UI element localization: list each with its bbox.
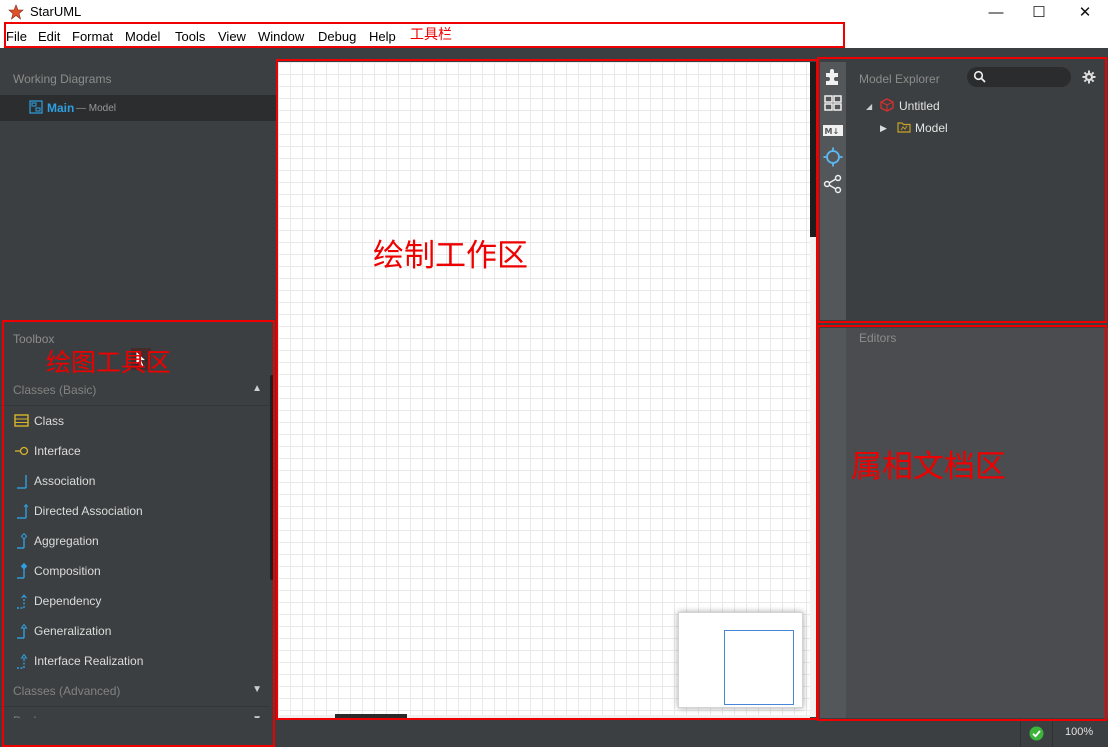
- staruml-logo-icon: [8, 4, 24, 20]
- annotation-properties-label: 属相文档区: [851, 449, 1006, 485]
- close-button[interactable]: ✕: [1062, 0, 1108, 24]
- annotation-canvas-label: 绘制工作区: [373, 238, 528, 274]
- zoom-level: 100%: [1065, 726, 1094, 738]
- annotation-toolbox-label: 绘图工具区: [46, 348, 172, 377]
- title-bar: StarUML — ☐ ✕: [0, 0, 1108, 24]
- working-diagrams-heading: Working Diagrams: [13, 72, 112, 86]
- diagram-name: Main: [47, 101, 75, 115]
- minimize-button[interactable]: —: [973, 0, 1019, 24]
- status-zoom[interactable]: 100%: [1052, 718, 1108, 747]
- annotation-properties-box: [817, 325, 1107, 721]
- window-title: StarUML: [30, 4, 82, 19]
- annotation-toolbar-label: 工具栏: [410, 27, 452, 43]
- class-diagram-icon: [29, 100, 43, 114]
- annotation-toolbox-box: [2, 320, 275, 747]
- maximize-button[interactable]: ☐: [1016, 0, 1062, 24]
- diagram-owner: — Model: [76, 103, 117, 114]
- status-validation[interactable]: [1020, 718, 1053, 747]
- annotation-canvas-box: [276, 59, 818, 720]
- annotation-explorer-box: [817, 57, 1107, 323]
- check-circle-icon: [1029, 726, 1044, 741]
- working-diagram-item[interactable]: Main — Model: [0, 95, 276, 121]
